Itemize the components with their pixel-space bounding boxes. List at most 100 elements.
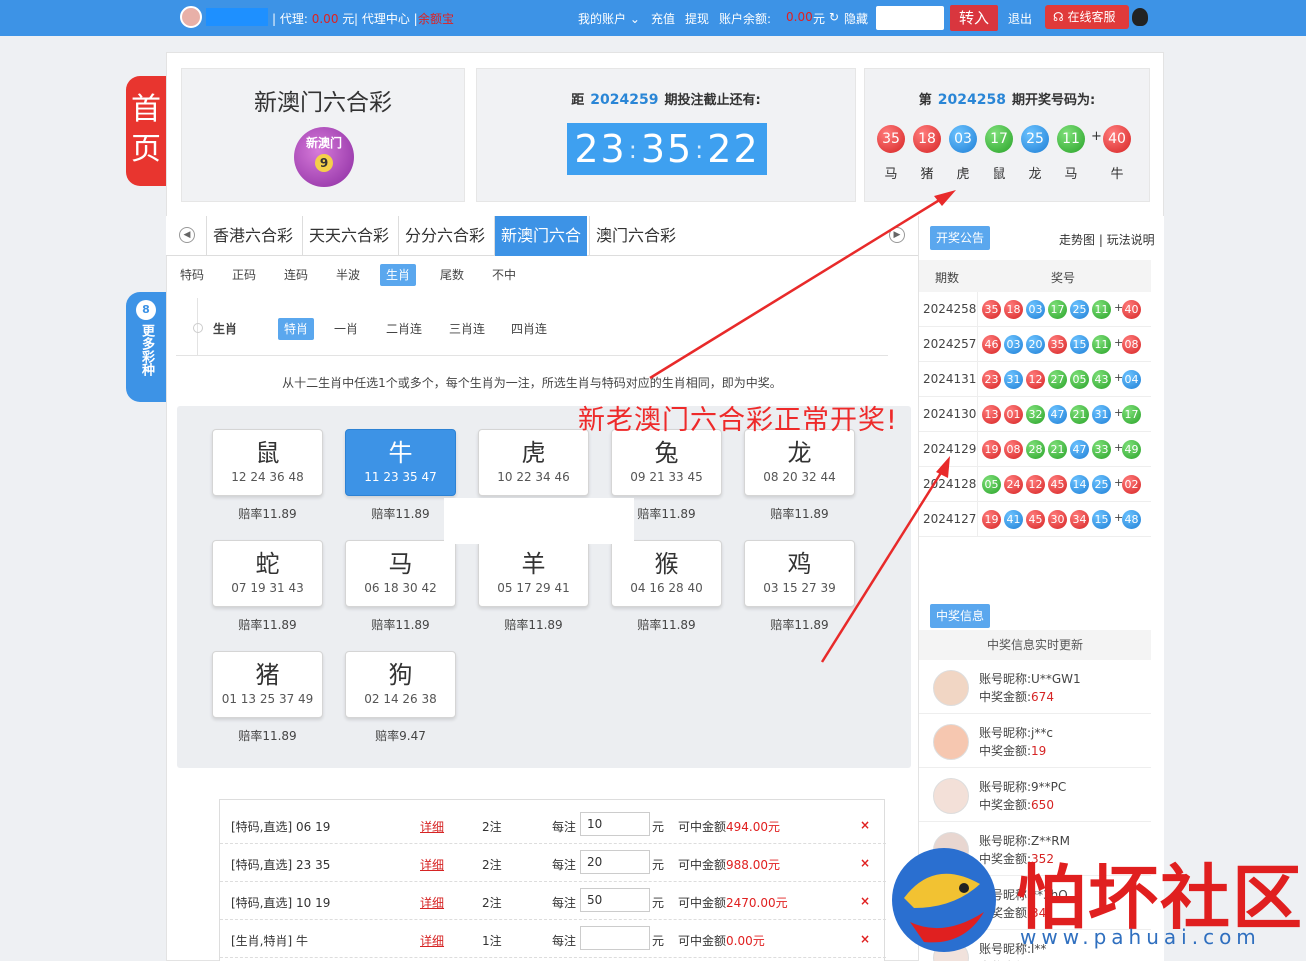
zodiac-card[interactable]: 虎 10 22 34 46: [478, 429, 589, 496]
zodiac-name: 马: [388, 550, 413, 578]
my-account-menu[interactable]: 我的账户 ⌄: [578, 10, 640, 27]
zodiac-card[interactable]: 狗 02 14 26 38: [345, 651, 456, 718]
more-lottery-side-tab[interactable]: 8 更多彩种: [126, 292, 166, 402]
win-info-header: 中奖信息实时更新: [919, 630, 1151, 660]
delete-bet-icon[interactable]: ×: [860, 818, 870, 832]
last-draw-title: 第 2024258 期开奖号码为:: [918, 92, 1096, 108]
play-option-2[interactable]: 一肖: [328, 318, 364, 340]
withdraw-link[interactable]: 提现: [685, 10, 709, 27]
user-avatar[interactable]: [180, 6, 202, 28]
chevron-down-icon: ⌄: [629, 12, 640, 26]
balance-treasure-link[interactable]: 余额宝: [418, 10, 454, 27]
delete-bet-icon[interactable]: ×: [860, 856, 870, 870]
winner-name-label: 账号昵称:: [979, 726, 1032, 740]
history-ball: 33: [1092, 440, 1111, 459]
history-ball: 40: [1122, 300, 1141, 319]
zodiac-numbers: 04 16 28 40: [630, 581, 703, 595]
history-ball: 45: [1048, 475, 1067, 494]
zodiac-name: 虎: [521, 439, 546, 467]
recharge-link[interactable]: 充值: [651, 10, 675, 27]
history-ball: 24: [1004, 475, 1023, 494]
zodiac-numbers: 06 18 30 42: [364, 581, 437, 595]
winner-amount: 中奖金额:674: [979, 688, 1054, 705]
play-option-1[interactable]: 特肖: [278, 318, 315, 340]
history-row: 2024129 19 08 28 21 47 33 49 +: [919, 432, 1151, 467]
tab-lottery-2[interactable]: 天天六合彩: [302, 216, 395, 256]
zodiac-card[interactable]: 鸡 03 15 27 39: [744, 540, 855, 607]
tab-lottery-1[interactable]: 香港六合彩: [206, 216, 299, 256]
online-service-button[interactable]: ☊ 在线客服: [1045, 5, 1129, 29]
zodiac-card[interactable]: 兔 09 21 33 45: [611, 429, 722, 496]
bet-amount-input[interactable]: 50: [580, 888, 650, 912]
history-ball: 21: [1070, 405, 1089, 424]
tab-lottery-5[interactable]: 澳门六合彩: [589, 216, 682, 256]
winner-amount: 中奖金额:650: [979, 796, 1054, 813]
zodiac-name: 蛇: [255, 550, 280, 578]
subtab-3[interactable]: 连码: [278, 264, 314, 286]
tab-next-arrow-icon[interactable]: ▶: [889, 227, 905, 243]
trend-rules-links[interactable]: 走势图 | 玩法说明: [1059, 231, 1155, 248]
transfer-in-button[interactable]: 转入: [950, 5, 998, 31]
zodiac-name: 羊: [521, 550, 546, 578]
history-ball: 15: [1092, 510, 1111, 529]
play-option-4[interactable]: 三肖连: [443, 318, 491, 340]
win-info-button[interactable]: 中奖信息: [930, 604, 991, 628]
bet-detail-link[interactable]: 详细: [420, 856, 444, 873]
history-ball: 19: [982, 510, 1001, 529]
bet-detail-link[interactable]: 详细: [420, 894, 444, 911]
bet-amount-input[interactable]: 10: [580, 812, 650, 836]
bet-detail-link[interactable]: 详细: [420, 932, 444, 949]
bet-per-label: 每注: [552, 934, 577, 948]
zodiac-card[interactable]: 马 06 18 30 42: [345, 540, 456, 607]
winner-name: 账号昵称:U**GW1: [979, 670, 1081, 687]
zodiac-name: 猪: [255, 661, 280, 689]
play-option-3[interactable]: 二肖连: [380, 318, 428, 340]
history-row: 2024131 23 31 12 27 05 43 04 +: [919, 362, 1151, 397]
qq-icon[interactable]: [1132, 8, 1148, 26]
game-logo: 新澳门 9: [294, 127, 354, 187]
history-ball: 04: [1122, 370, 1141, 389]
home-side-tab[interactable]: 首页: [126, 76, 166, 186]
zodiac-card[interactable]: 猴 04 16 28 40: [611, 540, 722, 607]
agent-center-link[interactable]: | 代理中心 |: [354, 10, 418, 27]
zodiac-card[interactable]: 猪 01 13 25 37 49: [212, 651, 323, 718]
delete-bet-icon[interactable]: ×: [860, 932, 870, 946]
history-ball: 41: [1004, 510, 1023, 529]
zodiac-name: 兔: [654, 439, 679, 467]
subtab-4[interactable]: 半波: [330, 264, 366, 286]
zodiac-numbers: 07 19 31 43: [231, 581, 304, 595]
tab-prev-arrow-icon[interactable]: ◀: [179, 227, 195, 243]
history-ball: 14: [1070, 475, 1089, 494]
subtab-2[interactable]: 正码: [226, 264, 262, 286]
rule-description: 从十二生肖中任选1个或多个，每个生肖为一注，所选生肖与特码对应的生肖相同，即为中…: [282, 376, 782, 390]
tab-lottery-3[interactable]: 分分六合彩: [398, 216, 491, 256]
subtab-5[interactable]: 生肖: [380, 264, 417, 286]
history-col-issue: 期数: [935, 271, 960, 285]
hide-balance-link[interactable]: 隐藏: [844, 10, 868, 27]
refresh-icon[interactable]: ↻: [829, 10, 839, 24]
delete-bet-icon[interactable]: ×: [860, 894, 870, 908]
logout-link[interactable]: 退出: [1008, 10, 1032, 27]
zodiac-card[interactable]: 龙 08 20 32 44: [744, 429, 855, 496]
play-option-5[interactable]: 四肖连: [505, 318, 553, 340]
subtab-1[interactable]: 特码: [174, 264, 210, 286]
subtab-7[interactable]: 不中: [486, 264, 522, 286]
bet-description: [特码,直选] 06 19: [231, 820, 331, 834]
zodiac-card[interactable]: 蛇 07 19 31 43: [212, 540, 323, 607]
bet-win-amount: 0.00元: [726, 934, 765, 948]
zodiac-card[interactable]: 羊 05 17 29 41: [478, 540, 589, 607]
zodiac-card[interactable]: 鼠 12 24 36 48: [212, 429, 323, 496]
history-issue: 2024131: [923, 372, 977, 386]
history-ball: 25: [1070, 300, 1089, 319]
history-ball: 05: [982, 475, 1001, 494]
draw-notice-button[interactable]: 开奖公告: [930, 226, 991, 250]
bet-unit: 元: [652, 934, 665, 948]
tab-lottery-4[interactable]: 新澳门六合: [494, 216, 588, 256]
zodiac-card[interactable]: 牛 11 23 35 47: [345, 429, 456, 496]
subtab-6[interactable]: 尾数: [434, 264, 470, 286]
winner-amount-label: 中奖金额:: [979, 690, 1032, 704]
bet-amount-input[interactable]: [580, 926, 650, 950]
bet-detail-link[interactable]: 详细: [420, 818, 444, 835]
bet-amount-input[interactable]: 20: [580, 850, 650, 874]
transfer-amount-input[interactable]: [876, 6, 944, 30]
